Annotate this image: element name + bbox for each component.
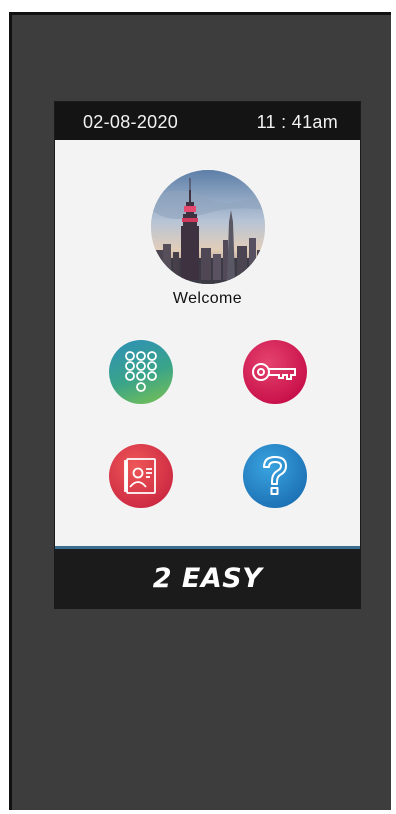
key-button[interactable] [243,340,307,404]
touch-screen: 02-08-2020 11 : 41am Welcome 2 EASY [54,101,361,609]
welcome-label: Welcome [172,290,243,307]
skyline-icon [151,170,265,284]
brand-bar: 2 EASY [55,549,360,608]
contact-card-icon [124,458,156,494]
time-text: 11 : 41am [256,112,338,132]
brand-logo-text: 2 EASY [152,563,263,594]
keypad-icon [125,351,157,392]
status-bar: 02-08-2020 11 : 41am [55,102,360,140]
keypad-button[interactable] [109,340,173,404]
date-text: 02-08-2020 [83,112,179,132]
help-button[interactable] [243,444,307,508]
question-mark-icon [263,456,287,495]
city-skyline-image [151,170,265,284]
key-icon [252,363,296,381]
contacts-button[interactable] [109,444,173,508]
